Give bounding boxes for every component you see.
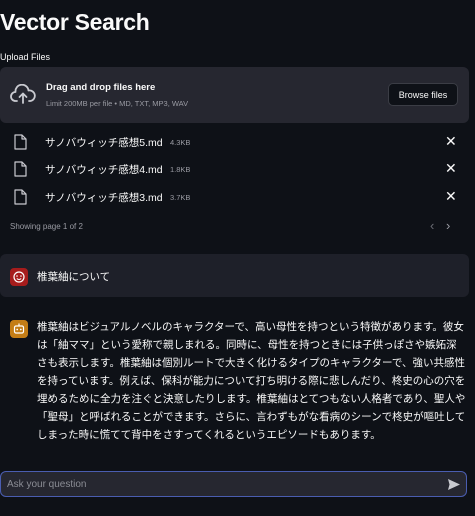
- uploaded-file-row: サノバウィッチ感想4.md 1.8KB ✕: [0, 155, 469, 183]
- browse-files-button[interactable]: Browse files: [388, 83, 458, 106]
- file-name: サノバウィッチ感想5.md: [45, 137, 163, 149]
- file-size: 3.7KB: [170, 193, 191, 202]
- assistant-message-text: 椎葉紬はビジュアルノベルのキャラクターで、高い母性を持つという特徴があります。彼…: [37, 321, 466, 441]
- chat-input[interactable]: [0, 471, 467, 497]
- file-size: 1.8KB: [170, 165, 191, 174]
- assistant-avatar: [10, 320, 28, 338]
- page-title: Vector Search: [0, 9, 150, 35]
- uploaded-file-row: サノバウィッチ感想5.md 4.3KB ✕: [0, 128, 469, 156]
- file-icon: [14, 134, 27, 150]
- user-avatar: [10, 268, 28, 286]
- pagination-status: Showing page 1 of 2: [10, 222, 83, 231]
- uploaded-file-row: サノバウィッチ感想3.md 3.7KB ✕: [0, 183, 469, 211]
- dropzone-instructions: Drag and drop files here: [46, 82, 156, 93]
- file-size: 4.3KB: [170, 138, 191, 147]
- remove-file-close-icon[interactable]: ✕: [445, 133, 457, 150]
- file-icon: [14, 161, 27, 177]
- previous-page-chevron-icon[interactable]: ‹: [430, 218, 434, 233]
- upload-label: Upload Files: [0, 52, 51, 62]
- bottom-bar: [0, 503, 475, 516]
- remove-file-close-icon[interactable]: ✕: [445, 160, 457, 177]
- send-icon[interactable]: [447, 478, 461, 491]
- file-icon: [14, 189, 27, 205]
- file-name: サノバウィッチ感想3.md: [45, 192, 163, 204]
- next-page-chevron-icon[interactable]: ›: [446, 218, 450, 233]
- user-message-text: 椎葉紬について: [37, 271, 111, 283]
- file-name: サノバウィッチ感想4.md: [45, 164, 163, 176]
- remove-file-close-icon[interactable]: ✕: [445, 188, 457, 205]
- robot-icon: [13, 323, 25, 334]
- cloud-upload-icon: [10, 84, 36, 104]
- user-face-icon: [13, 271, 25, 283]
- file-dropzone[interactable]: Drag and drop files here Limit 200MB per…: [0, 67, 469, 123]
- dropzone-limit: Limit 200MB per file • MD, TXT, MP3, WAV: [46, 99, 189, 108]
